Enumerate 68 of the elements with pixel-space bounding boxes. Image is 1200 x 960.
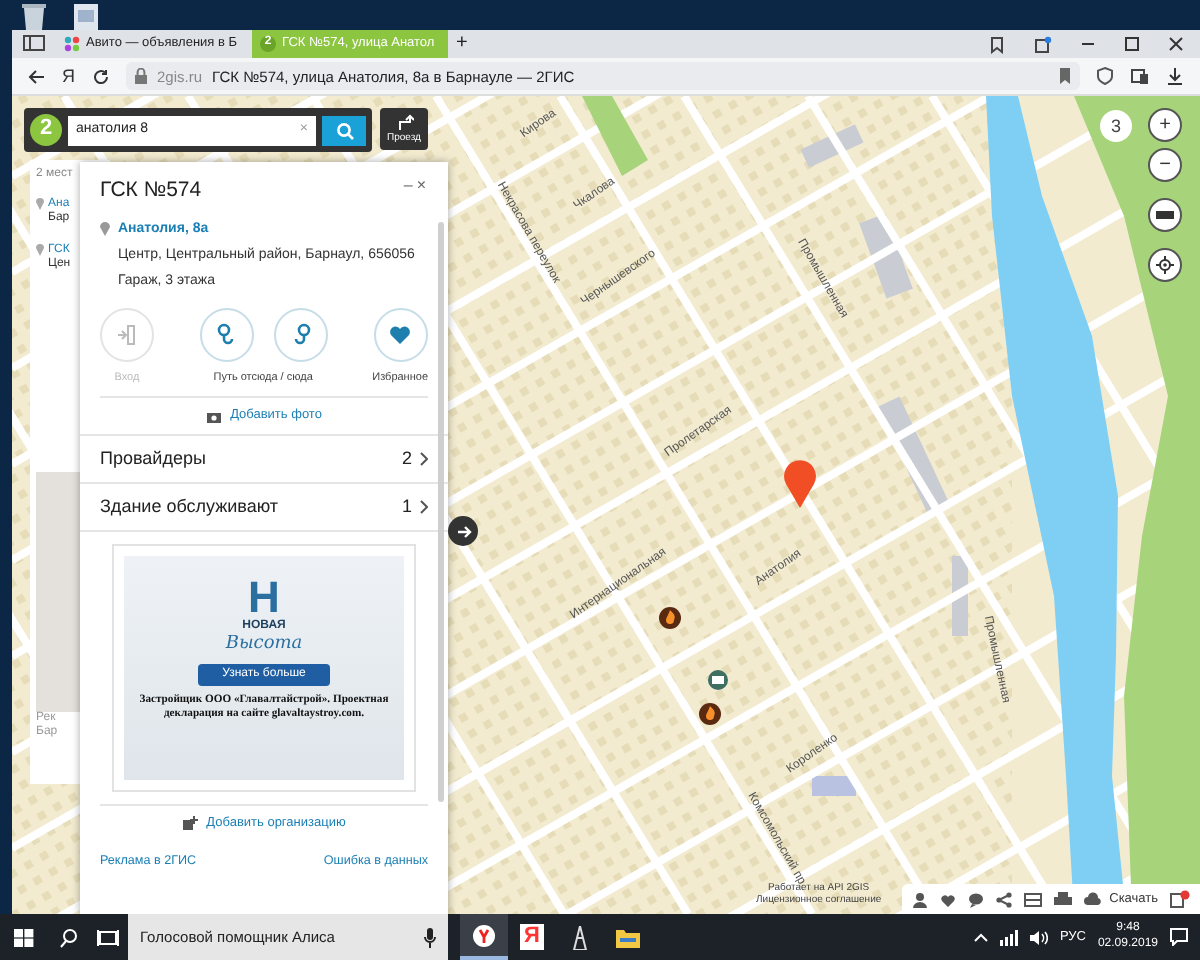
action-center-icon[interactable]	[1170, 928, 1188, 946]
ruler-icon	[1156, 210, 1174, 220]
logo-mark: Н	[248, 575, 280, 620]
extensions-icon[interactable]	[1130, 66, 1150, 86]
lock-icon	[133, 68, 147, 84]
close-button[interactable]: ×	[414, 178, 428, 194]
bookmarks-icon[interactable]	[988, 35, 1006, 53]
pin-icon	[100, 221, 110, 236]
shield-icon[interactable]	[1096, 66, 1114, 86]
taskbar-app-button[interactable]: Я	[508, 914, 556, 960]
minimize-button[interactable]: –	[401, 178, 415, 194]
door-icon	[115, 322, 139, 347]
place-title: ГСК №574	[100, 178, 202, 204]
crosshair-icon	[1156, 256, 1174, 274]
folder-icon	[616, 927, 640, 947]
fire-station-pin-icon[interactable]	[699, 703, 721, 725]
yandex-home-button[interactable]: Я	[62, 65, 75, 87]
volume-icon[interactable]	[1029, 929, 1048, 945]
park-strip	[582, 96, 648, 176]
microphone-icon[interactable]	[424, 927, 436, 947]
tower-icon	[572, 925, 588, 949]
route-from-button[interactable]	[199, 307, 254, 362]
taskbar-app-button[interactable]	[460, 914, 508, 960]
download-icon[interactable]	[1166, 66, 1184, 86]
pin-icon	[36, 198, 44, 211]
chevron-right-icon[interactable]	[420, 499, 428, 514]
new-tab-button[interactable]: +	[448, 30, 480, 58]
count-text: 2	[401, 448, 412, 470]
camera-icon	[206, 409, 223, 424]
favorite-button[interactable]	[373, 307, 428, 362]
print-icon[interactable]	[1053, 891, 1072, 907]
logo: 2	[30, 114, 62, 146]
recycle-bin-icon[interactable]	[20, 4, 48, 30]
logo-script-text: Высота	[225, 633, 303, 656]
route-icon	[214, 322, 239, 347]
share-icon[interactable]	[995, 891, 1012, 907]
app-glyph: Я	[520, 924, 544, 950]
search-icon	[335, 121, 353, 139]
add-organization-icon	[182, 815, 199, 832]
person-icon[interactable]	[911, 891, 928, 907]
chevron-right-icon[interactable]	[420, 452, 428, 467]
network-icon[interactable]	[999, 929, 1018, 945]
chat-icon[interactable]	[967, 891, 984, 907]
arrow-right-icon	[455, 523, 471, 539]
back-icon[interactable]	[28, 67, 46, 85]
route-icon	[395, 114, 413, 132]
map-layers-icon[interactable]	[1023, 891, 1042, 907]
reload-icon[interactable]	[91, 67, 109, 85]
file-icon[interactable]	[72, 4, 100, 30]
briefcase-pin-icon[interactable]	[708, 670, 728, 690]
pin-icon	[36, 243, 44, 256]
dots-icon	[64, 36, 80, 52]
heart-icon	[388, 322, 413, 347]
heart-icon[interactable]	[939, 891, 956, 907]
bookmark-icon[interactable]	[1058, 68, 1072, 84]
notifications-icon[interactable]	[1034, 35, 1052, 53]
browser-logo-icon	[472, 923, 496, 947]
search-button[interactable]	[322, 115, 366, 145]
chevron-up-icon[interactable]	[973, 932, 988, 942]
section-label[interactable]: Здание обслуживают	[100, 495, 279, 518]
section-label[interactable]: Провайдеры	[100, 448, 206, 470]
location-pin-icon[interactable]	[784, 460, 816, 508]
count-text: 1	[401, 495, 412, 518]
route-to-button[interactable]	[273, 307, 328, 362]
cloud-icon	[1083, 891, 1102, 906]
close-icon[interactable]	[1168, 36, 1184, 52]
maximize-icon[interactable]	[1124, 36, 1140, 52]
news-icon[interactable]	[1170, 890, 1190, 908]
